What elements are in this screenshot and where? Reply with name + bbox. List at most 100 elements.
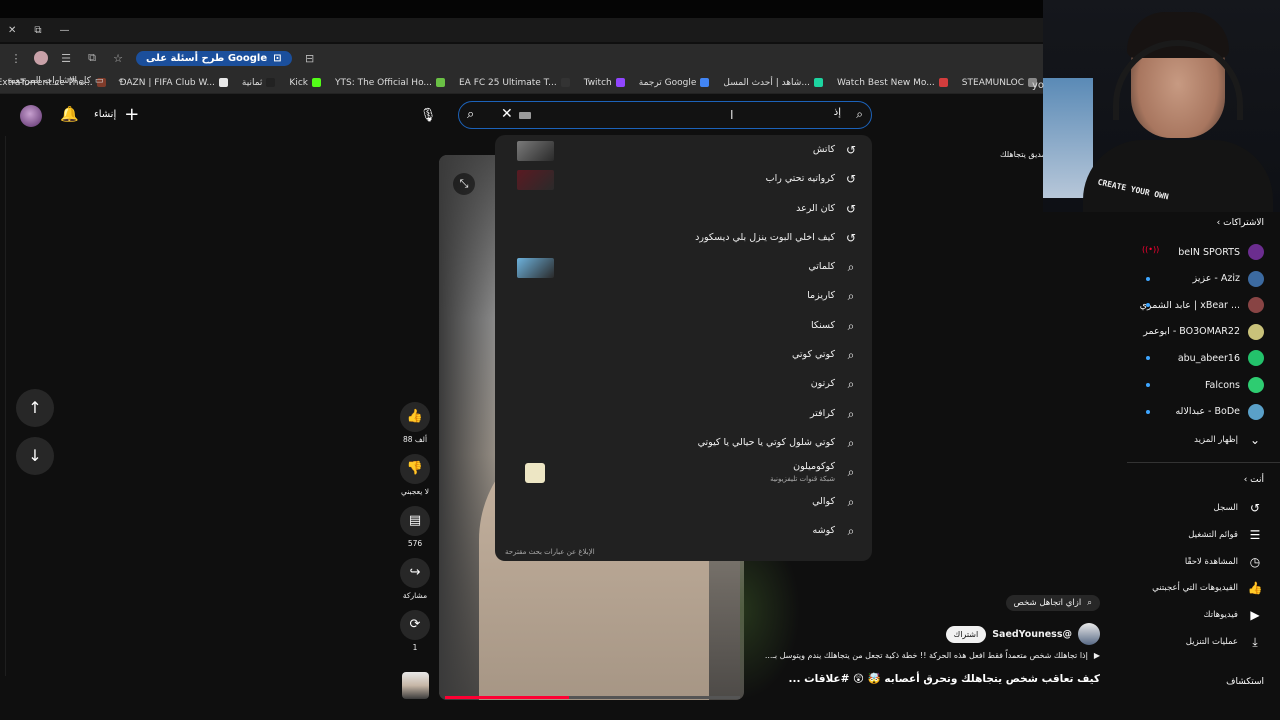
- suggestion-thumbnail: [517, 141, 554, 161]
- search-box[interactable]: ⌕ ✕ إذ ⌕: [458, 101, 872, 129]
- subscription-item[interactable]: abu_abeer16: [1124, 347, 1264, 369]
- search-input[interactable]: [539, 105, 819, 125]
- channel-avatar-icon: [1248, 297, 1264, 314]
- search-suggestion[interactable]: كان الرعد ↺: [495, 196, 872, 225]
- you-item-label: المشاهدة لاحقًا: [1184, 556, 1238, 567]
- you-item[interactable]: الفيديوهات التي أعجبتني 👍: [1124, 577, 1264, 599]
- show-more-button[interactable]: إظهار المزيد ⌄: [1124, 429, 1264, 451]
- dislike-icon[interactable]: 👎: [400, 454, 430, 484]
- bookmark-item[interactable]: Twitch: [584, 78, 625, 88]
- search-suggestion[interactable]: كسنكا ⌕: [495, 313, 872, 342]
- comment-icon[interactable]: ▤: [400, 506, 430, 536]
- video-title[interactable]: كيف تعاقب شخص يتجاهلك وتحرق أعصابه 🤯 😲 #…: [788, 672, 1100, 685]
- search-suggestion[interactable]: كوالي ⌕: [495, 489, 872, 518]
- search-suggestion[interactable]: كاريزما ⌕: [495, 283, 872, 312]
- subscription-item[interactable]: Falcons: [1124, 374, 1264, 396]
- search-icon: ⌕: [847, 494, 855, 509]
- you-header[interactable]: أنت ›: [1244, 475, 1264, 485]
- window-minimize-button[interactable]: —: [60, 25, 70, 36]
- bookmark-item[interactable]: STEAMUNLOC: [962, 78, 1037, 88]
- subscribe-button[interactable]: اشتراك: [945, 625, 987, 643]
- extensions-icon[interactable]: ⧉: [84, 51, 100, 65]
- you-item[interactable]: عمليات التنزيل ⤓: [1124, 631, 1264, 653]
- notifications-bell-icon[interactable]: 🔔: [60, 105, 79, 123]
- bookmark-star-icon[interactable]: ☆: [110, 52, 126, 65]
- bookmarks-overflow-button[interactable]: «: [118, 76, 124, 86]
- suggestion-subtext: شبكة قنوات تليفزيونية: [770, 475, 835, 484]
- profile-avatar[interactable]: [34, 51, 48, 65]
- previous-short-button[interactable]: ↑: [16, 389, 54, 427]
- expand-icon[interactable]: ⤡: [453, 173, 475, 195]
- bookmark-item[interactable]: DAZN | FIFA Club W...: [120, 78, 228, 88]
- new-content-dot: [1146, 409, 1150, 414]
- bookmark-item[interactable]: Kick: [289, 78, 321, 88]
- video-description[interactable]: ▶ إذا تجاهلك شخص متعمداً فقط افعل هذه ال…: [765, 651, 1100, 660]
- you-item[interactable]: السجل ↺: [1124, 497, 1264, 519]
- channel-avatar[interactable]: [1078, 623, 1100, 645]
- channel-name[interactable]: @SaedYouness: [992, 629, 1072, 640]
- subscription-item[interactable]: ابوعمر - BO3OMAR22: [1124, 321, 1264, 343]
- subscription-name: beIN SPORTS: [1178, 246, 1240, 258]
- you-item[interactable]: قوائم التشغيل ☰: [1124, 524, 1264, 546]
- search-suggestion[interactable]: كاتش ↺: [495, 137, 872, 166]
- video-progress-bar[interactable]: [445, 696, 740, 699]
- search-suggestion[interactable]: كوكوميلون شبكة قنوات تليفزيونية ⌕: [495, 459, 872, 488]
- keyboard-layout-indicator[interactable]: إذ: [834, 107, 841, 118]
- bookmark-item[interactable]: ثمانية: [242, 78, 276, 88]
- search-suggestion[interactable]: كوتي كوتي ⌕: [495, 342, 872, 371]
- remix-icon[interactable]: ⟳: [400, 610, 430, 640]
- comments-action[interactable]: ▤ 576: [398, 506, 432, 548]
- search-suggestion[interactable]: كيف اخلي البوت ينزل بلي ديسكورد ↺: [495, 225, 872, 254]
- bookmark-item[interactable]: Watch Best New Mo...: [837, 78, 948, 88]
- window-close-button[interactable]: ✕: [8, 25, 16, 36]
- bookmark-favicon-icon: [813, 78, 823, 87]
- channel-avatar-icon: [1248, 350, 1264, 367]
- subscription-item[interactable]: عبدالاله - BoDe: [1124, 401, 1264, 423]
- account-avatar[interactable]: [20, 105, 42, 127]
- you-item[interactable]: المشاهدة لاحقًا ◷: [1124, 551, 1264, 573]
- subscription-item[interactable]: ((•)) beIN SPORTS: [1124, 241, 1264, 263]
- bookmark-item[interactable]: EA FC 25 Ultimate T...: [459, 78, 570, 88]
- webcam-overlay: CREATE YOUR OWN: [1043, 0, 1280, 212]
- subscriptions-header[interactable]: الاشتراكات ›: [1217, 218, 1264, 228]
- subscription-item[interactable]: عزيز - Aziz: [1124, 268, 1264, 290]
- subscription-name: عزيز - Aziz: [1192, 273, 1240, 285]
- search-button-icon[interactable]: ⌕: [467, 107, 474, 122]
- bookmark-item[interactable]: YTS: The Official Ho...: [335, 78, 445, 88]
- you-item[interactable]: فيديوهاتك ▶: [1124, 604, 1264, 626]
- subscription-item[interactable]: عابد الشمري | xBear ...: [1124, 294, 1264, 316]
- history-icon: ↺: [1249, 501, 1261, 515]
- media-controls-icon[interactable]: ☰: [58, 52, 74, 65]
- search-suggestion[interactable]: كلماتي ⌕: [495, 254, 872, 283]
- like-icon[interactable]: 👍: [400, 402, 430, 432]
- voice-search-mic-icon[interactable]: 🎙: [416, 104, 440, 128]
- related-search-chip[interactable]: ⌕ ازاي اتجاهل شخص: [1005, 595, 1100, 611]
- install-app-icon[interactable]: ⊟: [302, 52, 318, 65]
- search-suggestion[interactable]: كرافتر ⌕: [495, 401, 872, 430]
- search-suggestion[interactable]: كرواتيه تحتي راب ↺: [495, 166, 872, 195]
- bookmark-item[interactable]: ترجمة Google: [639, 78, 710, 88]
- window-restore-button[interactable]: ⧉: [34, 25, 41, 36]
- share-icon[interactable]: ↪: [400, 558, 430, 588]
- sound-avatar[interactable]: [402, 672, 429, 699]
- suggestion-text: كرافتر: [809, 407, 835, 419]
- explore-header: استكشاف: [1226, 677, 1264, 687]
- search-suggestion[interactable]: كرتون ⌕: [495, 371, 872, 400]
- play-icon: ▶: [1093, 651, 1100, 660]
- like-action[interactable]: 👍 88 ألف: [398, 402, 432, 444]
- dislike-action[interactable]: 👎 لا يعجبني: [398, 454, 432, 496]
- remix-action[interactable]: ⟳ 1: [398, 610, 432, 652]
- search-suggestion[interactable]: كوتي شلول كوتي يا حيالي يا كيوتي ⌕: [495, 430, 872, 459]
- webcam-person-body: [1083, 140, 1273, 212]
- create-button[interactable]: إنشاء +: [94, 104, 139, 125]
- bookmark-item[interactable]: شاهد | أحدث المسل...: [723, 78, 823, 88]
- report-suggestions-link[interactable]: الإبلاغ عن عبارات بحث مقترحة: [505, 548, 595, 556]
- next-short-button[interactable]: ↓: [16, 437, 54, 475]
- search-suggestion[interactable]: كوشه ⌕: [495, 518, 872, 547]
- share-action[interactable]: ↪ مشاركة: [398, 558, 432, 600]
- menu-dots-icon[interactable]: ⋮: [8, 52, 24, 65]
- suggestion-thumbnail: [517, 170, 554, 191]
- clear-search-icon[interactable]: ✕: [501, 106, 513, 122]
- all-bookmarks-button[interactable]: كل الإشارات المرجعية ▭: [8, 76, 103, 86]
- google-ask-chip[interactable]: طرح أسئلة على Google ⊡: [136, 50, 292, 66]
